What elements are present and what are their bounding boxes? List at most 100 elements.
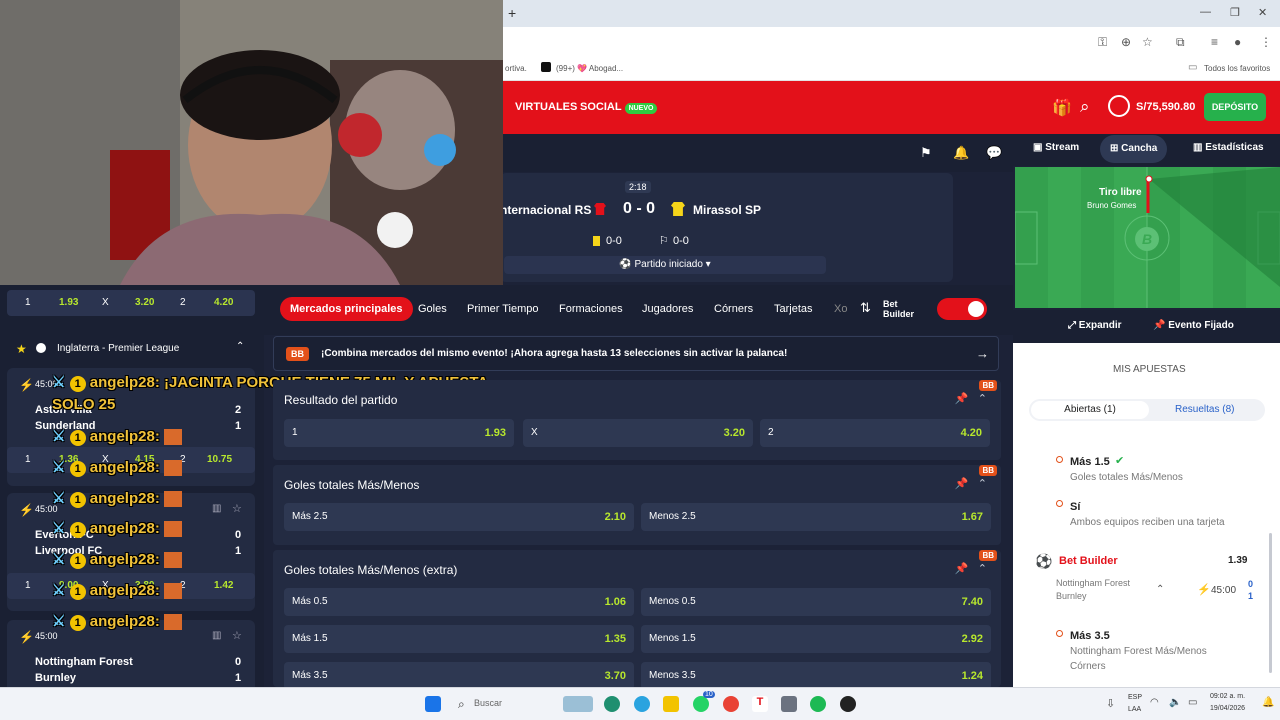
text-editor-icon[interactable]: T <box>752 696 768 712</box>
minimize-icon[interactable]: — <box>1200 6 1211 18</box>
gift-icon[interactable]: 🎁 <box>1052 98 1072 118</box>
zoom-icon[interactable]: ⊕ <box>1121 35 1131 49</box>
pin-icon[interactable]: 📌 <box>955 478 969 490</box>
clock-date[interactable]: 19/04/2026 <box>1210 705 1245 712</box>
windows-start-icon[interactable] <box>425 696 441 712</box>
odd-button[interactable]: Más 0.5 1.06 <box>284 588 634 616</box>
tab-corners[interactable]: Córners <box>714 303 753 315</box>
odd-button[interactable]: Menos 1.5 2.92 <box>641 625 991 653</box>
close-icon[interactable]: ✕ <box>1258 6 1267 19</box>
m1-odds-value-2[interactable]: 10.75 <box>207 454 232 465</box>
maximize-icon[interactable]: ❐ <box>1230 6 1240 19</box>
taskbar-search[interactable]: Buscar <box>474 698 502 708</box>
stats-icon[interactable]: ▥ <box>212 630 221 641</box>
bb-badge: BB <box>979 380 997 391</box>
bookmark-1[interactable]: ortiva. <box>505 64 527 73</box>
profile-icon[interactable]: ● <box>1234 35 1241 49</box>
new-tab-button[interactable]: + <box>508 5 516 21</box>
all-bookmarks[interactable]: Todos los favoritos <box>1204 64 1270 73</box>
star-icon[interactable]: ★ <box>16 342 27 356</box>
stats-icon[interactable]: ▥ <box>212 503 221 514</box>
market-controls[interactable]: 📌 ⌃ <box>955 562 987 575</box>
tab-estadisticas[interactable]: ▥ Estadísticas <box>1193 134 1264 162</box>
odd-button[interactable]: Más 3.5 3.70 <box>284 662 634 690</box>
market-controls[interactable]: 📌 ⌃ <box>955 477 987 490</box>
promo-banner[interactable]: BB ¡Combina mercados del mismo evento! ¡… <box>273 336 999 371</box>
edge-icon[interactable] <box>604 696 620 712</box>
bell-icon[interactable]: 🔔 <box>953 145 969 161</box>
m2-odds-value-2[interactable]: 1.42 <box>214 580 233 591</box>
tab-cancha[interactable]: ⊞ Cancha <box>1100 135 1168 163</box>
favorite-icon[interactable]: ☆ <box>232 502 242 515</box>
tab-stream[interactable]: ▣ Stream <box>1033 134 1079 162</box>
chevron-up-icon[interactable]: ⌃ <box>236 341 244 352</box>
pitch-view-icon[interactable]: ⚑ <box>920 145 932 161</box>
chat-icon[interactable]: 💬 <box>986 145 1002 161</box>
odds-value-2[interactable]: 4.20 <box>214 297 233 308</box>
chrome-icon[interactable] <box>723 696 739 712</box>
explorer-icon[interactable] <box>663 696 679 712</box>
whatsapp-icon[interactable] <box>693 696 709 712</box>
tab-more[interactable]: Xo <box>834 303 847 315</box>
fixed-event-button[interactable]: 📌 Evento Fijado <box>1153 320 1234 331</box>
search-icon[interactable]: ⌕ <box>458 697 465 712</box>
widget-icon[interactable] <box>563 696 593 712</box>
favorite-icon[interactable]: ☆ <box>232 629 242 642</box>
calculator-icon[interactable] <box>781 696 797 712</box>
odd-button[interactable]: Más 1.5 1.35 <box>284 625 634 653</box>
tab-formaciones[interactable]: Formaciones <box>559 303 623 315</box>
chevron-up-icon[interactable]: ⌃ <box>978 563 987 575</box>
tab-open-bets[interactable]: Abiertas (1) <box>1031 401 1149 419</box>
lang-1[interactable]: ESP <box>1128 694 1142 701</box>
menu-icon[interactable]: ⋮ <box>1260 35 1272 49</box>
clock-time[interactable]: 09:02 a. m. <box>1210 693 1245 700</box>
odds-row-top[interactable]: 1 1.93 X 3.20 2 4.20 <box>7 290 255 316</box>
extensions-icon[interactable]: ⧉ <box>1176 35 1185 50</box>
bet-builder-toggle[interactable] <box>937 298 987 320</box>
odd-label: 2 <box>768 427 774 438</box>
odd-button[interactable]: Menos 3.5 1.24 <box>641 662 991 690</box>
nav-virtuales[interactable]: VIRTUALES <box>515 101 577 113</box>
telegram-icon[interactable] <box>634 696 650 712</box>
tab-resolved-bets[interactable]: Resueltas (8) <box>1175 404 1234 415</box>
tab-mercados-principales[interactable]: Mercados principales <box>280 297 413 321</box>
notification-bell-icon[interactable]: 🔔 <box>1262 697 1274 708</box>
tab-goles[interactable]: Goles <box>418 303 447 315</box>
pin-icon[interactable]: 📌 <box>955 563 969 575</box>
reading-list-icon[interactable]: ≡ <box>1211 35 1218 49</box>
user-icon[interactable] <box>1108 95 1130 117</box>
obs-icon[interactable] <box>840 696 856 712</box>
arrow-right-icon[interactable]: → <box>976 346 989 361</box>
deposit-button[interactable]: DEPÓSITO <box>1204 93 1266 121</box>
pin-icon[interactable]: 📌 <box>955 393 969 405</box>
chevron-up-icon[interactable]: ⌃ <box>978 478 987 490</box>
wifi-icon[interactable]: ◠ <box>1150 697 1159 708</box>
market-controls[interactable]: 📌 ⌃ <box>955 392 987 405</box>
spotify-icon[interactable] <box>810 696 826 712</box>
tab-tarjetas[interactable]: Tarjetas <box>774 303 813 315</box>
lang-2[interactable]: LAA <box>1128 706 1141 713</box>
scrollbar[interactable] <box>1269 533 1272 673</box>
star-icon[interactable]: ☆ <box>1142 35 1153 49</box>
odd-button[interactable]: X 3.20 <box>523 419 753 447</box>
odd-button[interactable]: Más 2.5 2.10 <box>284 503 634 531</box>
chevron-up-icon[interactable]: ⌃ <box>978 393 987 405</box>
odd-button[interactable]: 2 4.20 <box>760 419 990 447</box>
expand-button[interactable]: ⤢ Expandir <box>1068 320 1122 331</box>
odd-button[interactable]: Menos 0.5 7.40 <box>641 588 991 616</box>
odds-value-1[interactable]: 1.93 <box>59 297 78 308</box>
chevron-up-icon[interactable]: ⌃ <box>1156 584 1164 595</box>
nav-social[interactable]: SOCIAL NUEVO <box>580 101 658 114</box>
odd-button[interactable]: Menos 2.5 1.67 <box>641 503 991 531</box>
key-icon[interactable]: ⚿ <box>1098 35 1107 50</box>
search-icon[interactable]: ⌕ <box>1080 97 1090 117</box>
tab-jugadores[interactable]: Jugadores <box>642 303 693 315</box>
bookmark-2[interactable]: (99+) 💖 Abogad... <box>556 64 623 73</box>
volume-icon[interactable]: 🔈 <box>1169 697 1181 708</box>
odds-value-x[interactable]: 3.20 <box>135 297 154 308</box>
usb-icon[interactable]: ⇩ <box>1106 697 1115 710</box>
tab-primer-tiempo[interactable]: Primer Tiempo <box>467 303 539 315</box>
odd-button[interactable]: 1 1.93 <box>284 419 514 447</box>
battery-icon[interactable]: ▭ <box>1188 697 1197 708</box>
match-status[interactable]: ⚽ Partido iniciado ▾ <box>504 256 826 274</box>
